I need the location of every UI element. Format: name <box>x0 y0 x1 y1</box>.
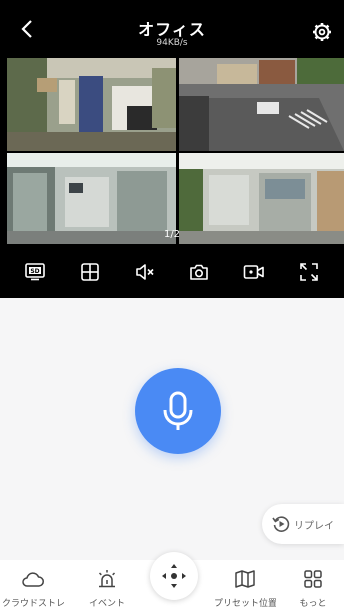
nav-item-more[interactable]: もっと <box>282 568 344 609</box>
record-button[interactable] <box>239 257 269 287</box>
layout-button[interactable] <box>75 257 105 287</box>
video-record-icon <box>243 265 264 279</box>
nav-item-cloud-storage[interactable]: クラウドストレー <box>2 568 64 609</box>
replay-icon <box>272 516 290 532</box>
snapshot-button[interactable] <box>184 257 214 287</box>
grid-more-icon <box>304 570 322 588</box>
fullscreen-button[interactable] <box>294 257 324 287</box>
microphone-icon <box>163 391 193 430</box>
nav-label-cloud-storage: クラウドストレー <box>2 599 64 609</box>
settings-button[interactable] <box>310 20 334 44</box>
camera-feed-1[interactable] <box>7 58 176 151</box>
alarm-icon <box>98 570 116 588</box>
nav-label-preset: プリセット位置 <box>214 599 276 609</box>
data-rate-label: 94KB/s <box>156 38 188 48</box>
control-toolbar: SD <box>0 246 344 298</box>
camera-snapshot-icon <box>190 264 209 280</box>
cloud-icon <box>22 572 44 587</box>
nav-item-preset[interactable]: プリセット位置 <box>214 568 276 609</box>
sd-button[interactable]: SD <box>20 257 50 287</box>
sd-icon: SD <box>25 263 46 281</box>
nav-label-events: イベント <box>88 599 125 609</box>
gear-icon <box>313 23 331 41</box>
talk-area: リプレイ <box>0 298 344 560</box>
camera-feed-2[interactable] <box>179 58 344 151</box>
grid-layout-icon <box>81 263 99 281</box>
ptz-direction-icon <box>162 564 186 588</box>
map-icon <box>235 570 255 588</box>
nav-item-events[interactable]: イベント <box>76 568 138 609</box>
replay-button[interactable]: リプレイ <box>262 504 344 544</box>
microphone-button[interactable] <box>135 368 221 454</box>
svg-text:SD: SD <box>31 268 40 275</box>
bottom-nav: クラウドストレー イベント <box>0 552 344 615</box>
camera-grid <box>0 56 344 246</box>
mute-icon <box>135 264 154 280</box>
nav-label-more: もっと <box>299 599 327 609</box>
page-title: オフィス <box>138 20 206 39</box>
header-bar: オフィス 94KB/s <box>0 0 344 56</box>
replay-label: リプレイ <box>294 520 334 532</box>
ptz-control-button[interactable] <box>150 552 198 600</box>
mute-button[interactable] <box>130 257 160 287</box>
page-indicator: 1/2 <box>163 229 181 240</box>
fullscreen-icon <box>299 263 318 281</box>
